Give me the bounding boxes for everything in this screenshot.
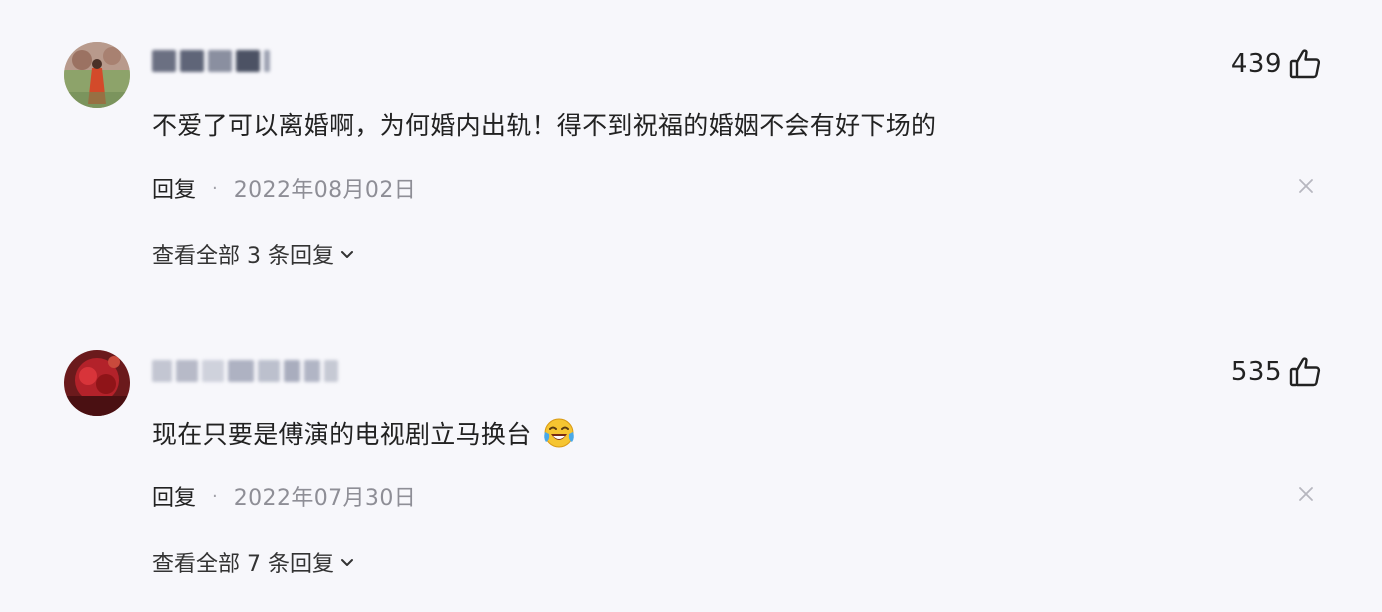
laughing-crying-emoji xyxy=(543,418,574,448)
view-replies-label: 查看全部 7 条回复 xyxy=(152,552,334,577)
comment-item: 不爱了可以离婚啊，为何婚内出轨！得不到祝福的婚姻不会有好下场的 439 回复 ·… xyxy=(0,0,1382,300)
comment-text-content: 现在只要是傅演的电视剧立马换台 xyxy=(152,420,532,449)
view-all-replies-button[interactable]: 查看全部 7 条回复 xyxy=(152,544,356,580)
comment-text-content: 不爱了可以离婚啊，为何婚内出轨！得不到祝福的婚姻不会有好下场的 xyxy=(152,111,937,140)
separator-dot: · xyxy=(212,177,218,199)
view-replies-label: 查看全部 3 条回复 xyxy=(152,244,334,269)
view-all-replies-button[interactable]: 查看全部 3 条回复 xyxy=(152,236,356,272)
separator-dot: · xyxy=(212,485,218,507)
comment-date: 2022年07月30日 xyxy=(233,486,417,511)
close-icon[interactable] xyxy=(1294,482,1318,506)
thumbs-up-icon[interactable] xyxy=(1288,47,1322,81)
comment-text: 现在只要是傅演的电视剧立马换台 xyxy=(152,416,576,453)
close-icon[interactable] xyxy=(1294,174,1318,198)
reply-button[interactable]: 回复 xyxy=(152,172,196,204)
username-blurred[interactable] xyxy=(150,358,340,386)
username-blurred[interactable] xyxy=(150,48,290,76)
reply-button[interactable]: 回复 xyxy=(152,480,196,512)
like-count: 535 xyxy=(1230,357,1282,387)
avatar[interactable] xyxy=(64,350,130,416)
comment-item: 现在只要是傅演的电视剧立马换台 535 回复 · 2022年07月30日 查看全… xyxy=(0,308,1382,608)
comment-meta: 回复 · 2022年08月02日 xyxy=(152,170,416,206)
comments-page: 不爱了可以离婚啊，为何婚内出轨！得不到祝福的婚姻不会有好下场的 439 回复 ·… xyxy=(0,0,1382,612)
avatar[interactable] xyxy=(64,42,130,108)
like-area[interactable]: 439 xyxy=(1231,44,1322,84)
like-count: 439 xyxy=(1230,49,1282,79)
comment-text: 不爱了可以离婚啊，为何婚内出轨！得不到祝福的婚姻不会有好下场的 xyxy=(152,108,936,144)
like-area[interactable]: 535 xyxy=(1231,352,1322,392)
chevron-down-icon xyxy=(340,251,353,258)
comment-meta: 回复 · 2022年07月30日 xyxy=(152,478,416,514)
thumbs-up-icon[interactable] xyxy=(1288,355,1322,389)
comment-date: 2022年08月02日 xyxy=(233,178,417,203)
chevron-down-icon xyxy=(340,559,353,566)
